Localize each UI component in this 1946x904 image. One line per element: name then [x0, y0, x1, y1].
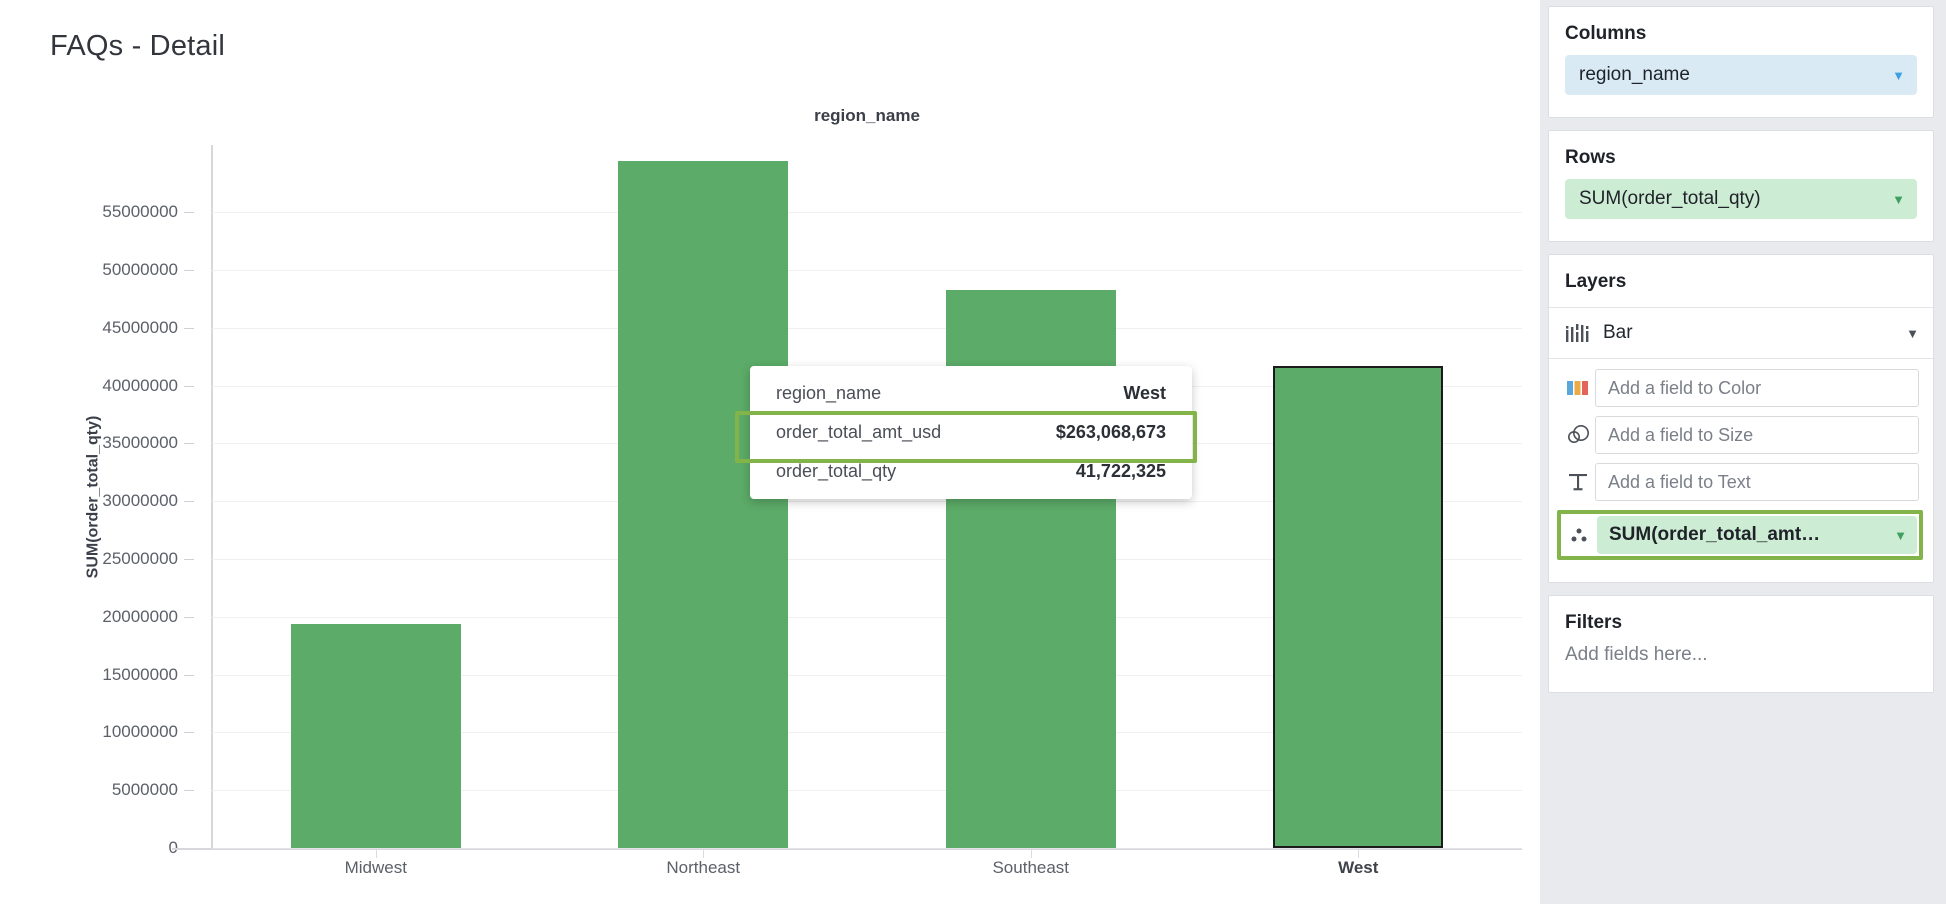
x-tick-label-midwest[interactable]: Midwest [345, 858, 407, 878]
text-T-icon [1561, 471, 1595, 493]
y-tick-label: 35000000 [102, 433, 178, 453]
x-tick-mark [703, 848, 705, 858]
y-tick-label: 40000000 [102, 375, 178, 395]
x-tick-label-west[interactable]: West [1338, 858, 1378, 878]
rows-card: Rows SUM(order_total_qty) ▼ [1548, 130, 1934, 242]
y-tick-mark [184, 732, 194, 734]
tooltip-value: $263,068,673 [1055, 422, 1166, 442]
shelf-panel: Columns region_name ▼ Rows SUM(order_tot… [1540, 0, 1946, 904]
gridline [212, 269, 1522, 271]
encoding-row-size: Add a field to Size [1561, 416, 1919, 454]
gridline [212, 327, 1522, 329]
app-root: FAQs - Detail region_name SUM(order_tota… [0, 0, 1946, 904]
chevron-down-icon[interactable]: ▼ [1906, 326, 1919, 341]
y-axis-ticks: 0500000010000000150000002000000025000000… [0, 145, 200, 857]
page-title: FAQs - Detail [50, 30, 226, 62]
x-tick-label-northeast[interactable]: Northeast [666, 858, 740, 878]
rows-shelf[interactable]: SUM(order_total_qty) ▼ [1549, 179, 1933, 241]
filters-card: Filters Add fields here... [1548, 595, 1934, 693]
size-circles-icon [1561, 425, 1595, 445]
encoding-row-detail: SUM(order_total_amt… ▼ [1563, 516, 1917, 554]
columns-pill-label: region_name [1579, 64, 1690, 85]
columns-shelf[interactable]: region_name ▼ [1549, 55, 1933, 117]
gridline [212, 848, 1522, 849]
size-field-input[interactable]: Add a field to Size [1595, 416, 1919, 454]
tooltip-key: order_total_amt_usd [776, 422, 942, 442]
x-tick-mark [1358, 848, 1360, 858]
text-field-input[interactable]: Add a field to Text [1595, 463, 1919, 501]
chart-header-title: region_name [814, 106, 920, 125]
y-tick-label: 30000000 [102, 491, 178, 511]
filters-title: Filters [1565, 612, 1623, 633]
rows-pill-sum-order-total-qty[interactable]: SUM(order_total_qty) ▼ [1565, 179, 1917, 219]
y-tick-label: 50000000 [102, 259, 178, 279]
tooltip-value: West [1123, 383, 1166, 403]
y-tick-mark [184, 674, 194, 676]
y-tick-mark [184, 558, 194, 560]
encoding-row-color: Add a field to Color [1561, 369, 1919, 407]
columns-pill-region-name[interactable]: region_name ▼ [1565, 55, 1917, 95]
bar-midwest[interactable] [290, 623, 461, 848]
y-tick-mark [184, 443, 194, 445]
rows-pill-label: SUM(order_total_qty) [1579, 188, 1761, 209]
columns-title: Columns [1565, 23, 1647, 44]
gridline [212, 212, 1522, 214]
detail-pill-label: SUM(order_total_amt… [1609, 524, 1821, 545]
y-tick-label: 5000000 [111, 780, 178, 800]
x-tick-mark [375, 848, 377, 858]
y-tick-mark [184, 616, 194, 618]
detail-dots-icon [1563, 525, 1597, 545]
bar-chart-icon [1565, 323, 1591, 343]
tooltip-key: region_name [776, 383, 882, 403]
tooltip-row-order_total_qty: order_total_qty 41,722,325 [750, 452, 1192, 491]
tooltip-row-order_total_amt_usd: order_total_amt_usd $263,068,673 [750, 413, 1192, 452]
y-tick-mark [184, 269, 194, 271]
detail-encoding-highlight: SUM(order_total_amt… ▼ [1557, 510, 1923, 560]
bar-west[interactable] [1273, 365, 1444, 848]
chart-tooltip: region_name West order_total_amt_usd $263,0… [750, 366, 1192, 499]
chevron-down-icon[interactable]: ▼ [1894, 528, 1907, 543]
layers-card: Layers Bar ▼ Add a field to Color Add a … [1548, 254, 1934, 583]
tooltip-key: order_total_qty [776, 461, 897, 481]
bar-northeast[interactable] [618, 161, 789, 848]
color-field-input[interactable]: Add a field to Color [1595, 369, 1919, 407]
y-tick-mark [184, 212, 194, 214]
encoding-list: Add a field to Color Add a field to Size [1549, 359, 1933, 582]
y-tick-mark [184, 790, 194, 792]
y-tick-mark [184, 385, 194, 387]
y-tick-label: 25000000 [102, 548, 178, 568]
filters-dropzone[interactable]: Add fields here... [1549, 644, 1933, 692]
y-tick-label: 55000000 [102, 202, 178, 222]
rows-title: Rows [1565, 147, 1616, 168]
visualization-area: FAQs - Detail region_name SUM(order_tota… [0, 0, 1540, 904]
y-tick-label: 20000000 [102, 606, 178, 626]
layer-type-label: Bar [1603, 322, 1633, 343]
encoding-row-text: Add a field to Text [1561, 463, 1919, 501]
y-tick-mark [184, 327, 194, 329]
layer-type-selector[interactable]: Bar ▼ [1549, 307, 1933, 359]
x-tick-label-southeast[interactable]: Southeast [992, 858, 1069, 878]
y-tick-label: 15000000 [102, 664, 178, 684]
detail-pill-sum-order-total-amt[interactable]: SUM(order_total_amt… ▼ [1597, 516, 1917, 554]
columns-card: Columns region_name ▼ [1548, 6, 1934, 118]
y-tick-label: 45000000 [102, 317, 178, 337]
x-tick-mark [1030, 848, 1032, 858]
layers-title: Layers [1565, 271, 1627, 292]
tooltip-value: 41,722,325 [1075, 461, 1166, 481]
y-tick-label: 10000000 [102, 722, 178, 742]
chevron-down-icon[interactable]: ▼ [1892, 193, 1905, 206]
tooltip-row-region_name: region_name West [750, 374, 1192, 413]
chevron-down-icon[interactable]: ▼ [1892, 69, 1905, 82]
color-swatches-icon [1561, 378, 1595, 398]
y-tick-mark [184, 501, 194, 503]
